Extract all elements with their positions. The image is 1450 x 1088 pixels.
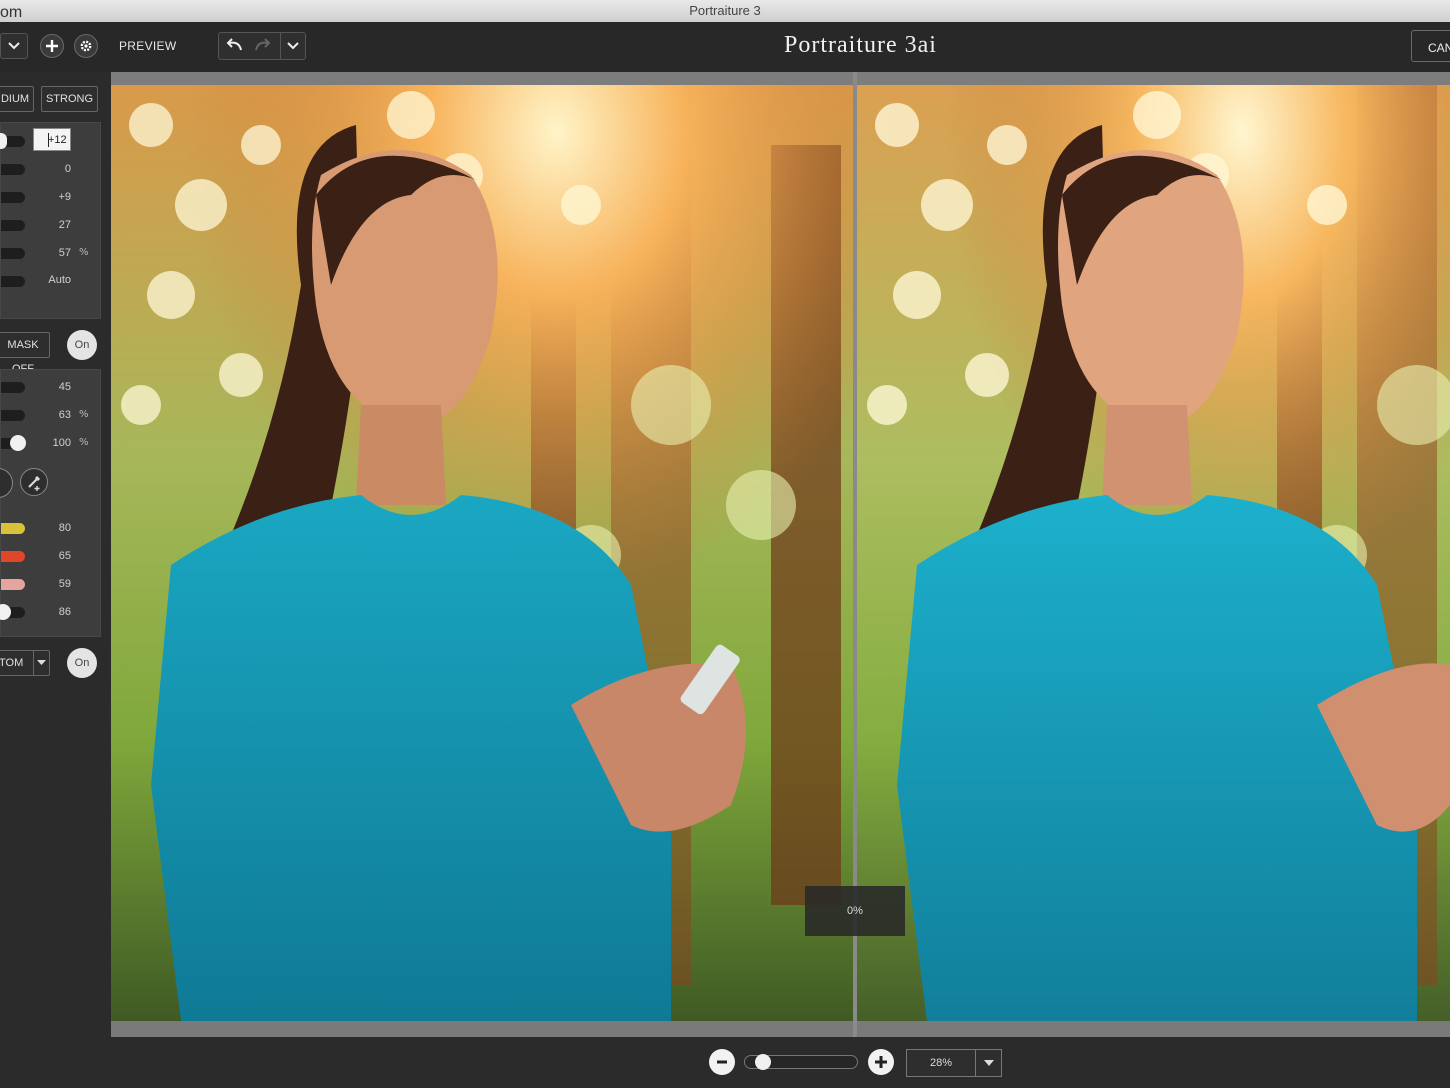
- portrait-image: [111, 85, 853, 1021]
- percent-unit: %: [79, 409, 89, 420]
- dropdown-divider: [33, 651, 34, 675]
- settings-sidebar: DIUM STRONG +12 0 +9 27 57 % Auto MASK O…: [0, 72, 111, 1088]
- percent-unit: %: [79, 247, 89, 258]
- slider-value: 100: [52, 437, 71, 449]
- triangle-down-icon: [37, 660, 46, 665]
- dropdown-divider: [975, 1050, 976, 1076]
- render-progress-overlay: 0%: [805, 886, 905, 936]
- slider-value: 57: [58, 247, 71, 259]
- portrait-image: [857, 85, 1450, 1021]
- window-titlebar: om Portraiture 3: [0, 0, 1450, 23]
- gear-icon: [80, 40, 92, 52]
- zoom-out-button[interactable]: [709, 1049, 735, 1075]
- before-photo[interactable]: [111, 85, 853, 1021]
- redo-icon[interactable]: [250, 35, 276, 57]
- chevron-down-icon: [8, 42, 20, 50]
- text-cursor: [48, 133, 49, 147]
- smoothing-value-field[interactable]: +12: [33, 128, 71, 151]
- mask-mode-label: TOM: [0, 657, 24, 669]
- eyedropper-plus-icon: [28, 475, 41, 491]
- top-toolbar: PREVIEW Portraiture 3ai CAN: [0, 22, 1450, 72]
- slider-value: 63: [58, 409, 71, 421]
- plus-icon: [46, 40, 58, 52]
- mask-on-toggle[interactable]: On: [67, 330, 97, 360]
- skin-mask-panel: 45 63 % 100 % 80 65 59 86: [0, 369, 101, 637]
- slider-value: Auto: [48, 274, 71, 286]
- preset-medium-button[interactable]: DIUM: [0, 86, 34, 112]
- slider-value: 45: [58, 381, 71, 393]
- preset-dropdown-button[interactable]: [0, 33, 28, 59]
- triangle-down-icon: [984, 1060, 994, 1066]
- slider-value: 65: [58, 550, 71, 562]
- percent-unit: %: [79, 437, 89, 448]
- slider-value: +9: [58, 191, 71, 203]
- slider-value: 0: [64, 163, 71, 175]
- minus-icon: [717, 1060, 727, 1064]
- slider-value: 59: [58, 578, 71, 590]
- settings-button[interactable]: [74, 34, 98, 58]
- plus-icon: [875, 1056, 887, 1068]
- eyedropper-add-button[interactable]: [20, 468, 48, 496]
- zoom-level-dropdown[interactable]: 28%: [906, 1049, 1002, 1077]
- window-title: Portraiture 3: [689, 3, 761, 18]
- app-title: Portraiture 3ai: [784, 32, 937, 58]
- preview-toggle[interactable]: PREVIEW: [119, 39, 176, 53]
- preset-strong-button[interactable]: STRONG: [41, 86, 98, 112]
- slider-value: 80: [58, 522, 71, 534]
- slider-value: 86: [58, 606, 71, 618]
- mask-off-button[interactable]: MASK OFF: [0, 332, 50, 375]
- enhance-on-toggle[interactable]: On: [67, 648, 97, 678]
- slider-value: 27: [58, 219, 71, 231]
- zoom-level-value: 28%: [929, 1057, 953, 1069]
- chevron-down-icon[interactable]: [281, 35, 305, 57]
- history-controls: [218, 32, 306, 60]
- smoothing-value: +12: [48, 134, 67, 146]
- zoom-in-button[interactable]: [868, 1049, 894, 1075]
- undo-icon[interactable]: [221, 35, 247, 57]
- smoothing-panel: +12 0 +9 27 57 % Auto: [0, 122, 101, 319]
- mask-mode-dropdown[interactable]: TOM: [0, 650, 50, 676]
- eyedropper-button[interactable]: [0, 468, 13, 498]
- canvas-top-strip: [111, 72, 1450, 85]
- cancel-button[interactable]: CAN: [1411, 30, 1450, 62]
- after-photo[interactable]: [857, 85, 1450, 1021]
- add-preset-button[interactable]: [40, 34, 64, 58]
